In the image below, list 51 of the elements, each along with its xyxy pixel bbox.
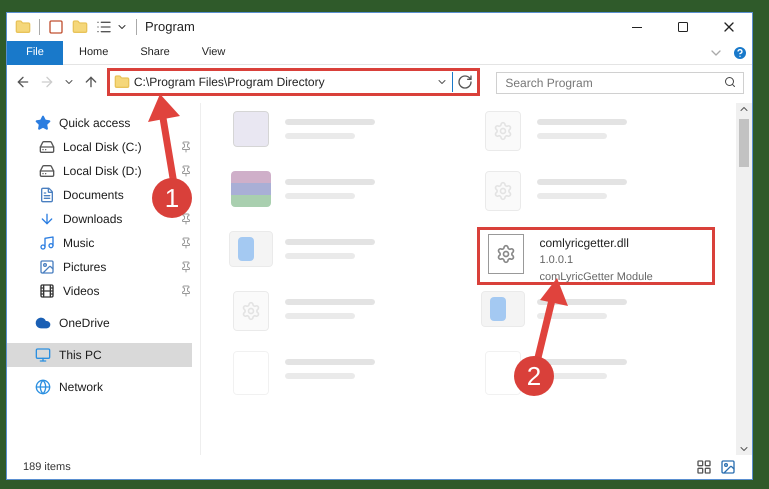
sidebar-item[interactable]: Music <box>7 231 102 255</box>
sidebar-item[interactable]: Local Disk (C:) <box>7 135 150 159</box>
ribbon-tab[interactable]: View <box>186 40 242 64</box>
ribbon-tab[interactable]: Home <box>63 40 124 64</box>
sidebar-item[interactable]: Pictures <box>7 255 114 279</box>
minimize-icon <box>632 26 642 28</box>
address-path: C:\Program Files\Program Directory <box>134 74 326 91</box>
window-title: Program <box>145 18 196 36</box>
up-icon[interactable] <box>82 74 99 90</box>
address-field[interactable]: C:\Program Files\Program Directory <box>106 68 480 96</box>
folder-icon <box>15 19 31 35</box>
document-icon <box>39 187 55 203</box>
back-icon[interactable] <box>15 74 31 90</box>
star-icon <box>35 115 51 131</box>
download-icon <box>39 211 55 227</box>
sidebar-item[interactable]: Local Disk (D:) <box>7 159 150 183</box>
file-tile[interactable]: comlyricgetter.dll 1.0.0.1 comLyricGetter Module <box>476 227 714 285</box>
search-field[interactable]: Search Program <box>496 72 744 94</box>
film-icon <box>39 283 55 299</box>
sidebar-item[interactable]: Videos <box>7 279 108 303</box>
new-folder-icon <box>72 19 88 35</box>
sidebar-item[interactable]: OneDrive <box>7 311 118 335</box>
details-view-icon[interactable] <box>696 459 712 475</box>
monitor-icon <box>35 347 51 363</box>
scrollbar[interactable] <box>736 103 752 455</box>
help-icon[interactable] <box>732 44 748 60</box>
drive-icon <box>39 139 55 155</box>
sidebar-item[interactable]: Documents <box>7 183 132 207</box>
blurred-text-bar <box>536 313 606 319</box>
file-detail: 1.0.0.1 <box>540 253 574 268</box>
scroll-thumb[interactable] <box>739 119 749 167</box>
ribbon-tab[interactable]: File <box>7 40 63 64</box>
sidebar-item[interactable]: This PC <box>7 343 192 367</box>
sidebar-item[interactable]: Quick access <box>7 111 138 135</box>
ribbon-tab[interactable]: Share <box>124 40 186 64</box>
cloud-icon <box>35 315 51 331</box>
sidebar-item[interactable]: Downloads <box>7 207 130 231</box>
refresh-icon[interactable] <box>457 74 474 90</box>
sidebar-item[interactable]: Network <box>7 375 112 399</box>
file-detail: comLyricGetter Module <box>540 270 653 284</box>
drive-icon <box>39 163 55 179</box>
view-icon <box>96 19 112 35</box>
picture-icon <box>39 259 55 275</box>
folder-icon <box>114 74 130 90</box>
search-icon[interactable] <box>724 76 736 88</box>
large-icons-view-icon[interactable] <box>720 459 736 475</box>
item-count: 189 items <box>23 460 72 475</box>
music-icon <box>39 235 55 251</box>
globe-icon <box>35 379 51 395</box>
maximize-icon <box>677 21 689 33</box>
file-name: comlyricgetter.dll <box>540 235 630 252</box>
